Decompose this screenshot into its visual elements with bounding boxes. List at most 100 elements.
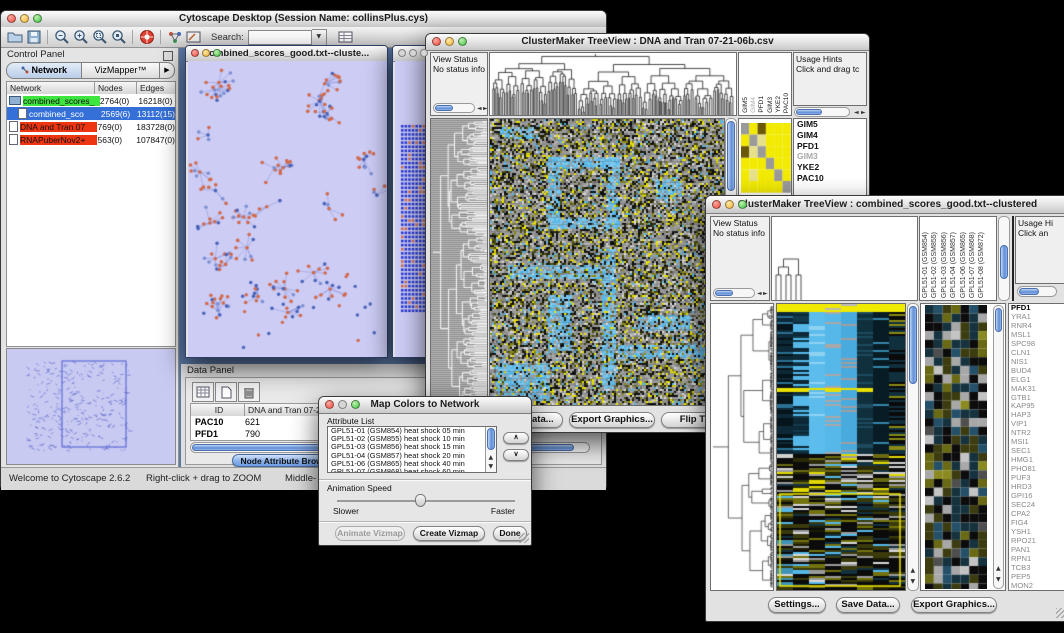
network-view-title-bar[interactable]: combined_scores_good.txt--cluste... <box>186 46 387 62</box>
heatmap-canvas[interactable] <box>490 119 724 405</box>
open-file-button[interactable] <box>5 29 24 46</box>
row-dendrogram-canvas[interactable] <box>711 304 773 590</box>
search-input[interactable] <box>248 30 312 45</box>
gene-label[interactable]: GIM3 <box>794 151 866 162</box>
animate-vizmap-button[interactable]: Animate Vizmap <box>335 526 405 541</box>
column-header-nodes[interactable]: Nodes <box>95 82 137 94</box>
row-dendrogram-canvas[interactable] <box>431 119 487 405</box>
row-dendrogram-panel[interactable] <box>430 118 488 406</box>
save-button[interactable] <box>24 29 43 46</box>
scroll-right-icon[interactable]: ► <box>861 110 866 116</box>
column-label[interactable]: GPL51-02 (GSM855) <box>931 232 938 298</box>
column-header-network[interactable]: Network <box>7 82 95 94</box>
dialog-title-bar[interactable]: Map Colors to Network <box>319 397 531 414</box>
view-status-hscrollbar[interactable] <box>713 288 755 298</box>
network-tree-row[interactable]: RNAPuberNov2+563(0)107847(0) <box>7 133 175 146</box>
column-dendrogram-panel[interactable] <box>489 52 737 116</box>
heatmap-vscrollbar[interactable]: ▲ ▼ <box>907 303 919 591</box>
zoom-out-icon[interactable] <box>52 29 71 46</box>
row-dendrogram-panel[interactable] <box>710 303 774 591</box>
close-button[interactable] <box>432 37 441 46</box>
scrollbar-thumb[interactable] <box>1019 288 1039 295</box>
resize-grip[interactable] <box>1056 608 1064 618</box>
scrollbar-thumb[interactable] <box>1000 245 1008 279</box>
tab-network[interactable]: Network <box>6 62 82 79</box>
column-label-vscrollbar[interactable] <box>998 216 1010 301</box>
heatmap-canvas[interactable] <box>777 304 905 590</box>
zoom-button[interactable] <box>351 400 360 409</box>
annotation-icon[interactable] <box>184 29 203 46</box>
attribute-list-item[interactable]: GPL51-07 (GSM868) heat shock 60 min <box>328 468 496 473</box>
column-header-edges[interactable]: Edges <box>137 82 175 94</box>
heatmap-panel[interactable] <box>489 118 725 406</box>
cytopanel-icon[interactable] <box>165 29 184 46</box>
minimize-button[interactable] <box>409 49 417 57</box>
column-dendrogram-panel[interactable] <box>771 216 918 301</box>
network-canvas[interactable] <box>188 61 387 357</box>
gene-label[interactable]: PAC10 <box>794 173 866 184</box>
slider-track[interactable] <box>337 500 515 503</box>
column-label[interactable]: GPL51-03 (GSM856) <box>941 232 948 298</box>
new-attribute-icon[interactable] <box>215 382 237 402</box>
export-graphics-button[interactable]: Export Graphics... <box>911 597 997 613</box>
scroll-up-icon[interactable]: ▲ <box>996 566 1001 572</box>
attribute-listbox[interactable]: GPL51-01 (GSM854) heat shock 05 minGPL51… <box>327 426 497 473</box>
settings-button[interactable]: Settings... <box>768 597 826 613</box>
search-dropdown-button[interactable]: ▼ <box>312 29 327 46</box>
gene-label[interactable]: GIM4 <box>794 130 866 141</box>
scrollbar-thumb[interactable] <box>487 428 495 450</box>
scrollbar-thumb[interactable] <box>796 109 822 115</box>
move-down-button[interactable]: ∨ <box>503 449 529 461</box>
tab-vizmapper[interactable]: VizMapper™ <box>82 62 160 79</box>
export-graphics-button[interactable]: Export Graphics... <box>569 412 655 428</box>
scrollbar-thumb[interactable] <box>435 105 453 111</box>
zoom-vscrollbar[interactable]: ▲ ▼ <box>993 305 1004 589</box>
tab-overflow-arrow[interactable]: ▶ <box>160 62 175 79</box>
main-title-bar[interactable]: Cytoscape Desktop (Session Name: collins… <box>1 11 606 28</box>
scrollbar-thumb[interactable] <box>715 290 733 296</box>
scroll-down-icon[interactable]: ▼ <box>996 577 1001 583</box>
attribute-browser-icon[interactable] <box>337 29 356 46</box>
network-tree-row[interactable]: combined_sco2569(6)13112(15) <box>7 107 175 120</box>
zoom-button[interactable] <box>33 14 42 23</box>
zoom-selected-icon[interactable] <box>90 29 109 46</box>
scroll-down-icon[interactable]: ▼ <box>911 579 916 585</box>
column-dendrogram-canvas[interactable] <box>772 217 917 300</box>
scrollbar-thumb[interactable] <box>727 121 735 191</box>
close-button[interactable] <box>712 200 721 209</box>
view-status-hscrollbar[interactable] <box>433 103 475 113</box>
minimize-button[interactable] <box>445 37 454 46</box>
scrollbar-thumb[interactable] <box>995 308 1002 332</box>
column-label[interactable]: GPL51-04 (GSM857) <box>950 232 957 298</box>
attribute-select-icon[interactable] <box>192 382 214 402</box>
minimize-button[interactable] <box>20 14 29 23</box>
scroll-left-icon[interactable]: ◄ <box>477 106 482 112</box>
close-button[interactable] <box>398 49 406 57</box>
scroll-down-icon[interactable]: ▼ <box>489 464 494 470</box>
heatmap-panel[interactable] <box>776 303 906 591</box>
zoom-button[interactable] <box>458 37 467 46</box>
treeview2-title-bar[interactable]: ClusterMaker TreeView : combined_scores_… <box>706 196 1064 214</box>
help-lifesaver-icon[interactable] <box>137 29 156 46</box>
zoom-button[interactable] <box>213 49 221 57</box>
data-column-id[interactable]: ID <box>191 404 245 416</box>
network-overview-canvas[interactable] <box>7 349 175 464</box>
close-button[interactable] <box>325 400 334 409</box>
network-tree-row[interactable]: DNA and Tran 07769(0)183728(0) <box>7 120 175 133</box>
column-label[interactable]: PFD1 <box>759 96 766 113</box>
gene-label[interactable]: PFD1 <box>794 141 866 152</box>
scrollbar-thumb[interactable] <box>909 306 917 384</box>
zoom-heatmap-panel[interactable]: ▲ ▼ <box>920 303 1006 591</box>
scroll-left-icon[interactable]: ◄ <box>757 291 762 297</box>
zoom-heatmap-canvas[interactable] <box>925 305 987 589</box>
float-panel-icon[interactable] <box>163 51 173 61</box>
column-label[interactable]: GIM4 <box>751 97 758 113</box>
scroll-right-icon[interactable]: ► <box>483 106 488 112</box>
network-overview-panel[interactable] <box>6 348 176 465</box>
column-label[interactable]: GPL51-08 (GSM872) <box>978 232 985 298</box>
usage-hscrollbar[interactable] <box>794 107 850 117</box>
scroll-up-icon[interactable]: ▲ <box>911 568 916 574</box>
zoom-button[interactable] <box>738 200 747 209</box>
network-tree-row[interactable]: combined_scores_2764(0)16218(0) <box>7 94 175 107</box>
scroll-up-icon[interactable]: ▲ <box>489 455 494 461</box>
